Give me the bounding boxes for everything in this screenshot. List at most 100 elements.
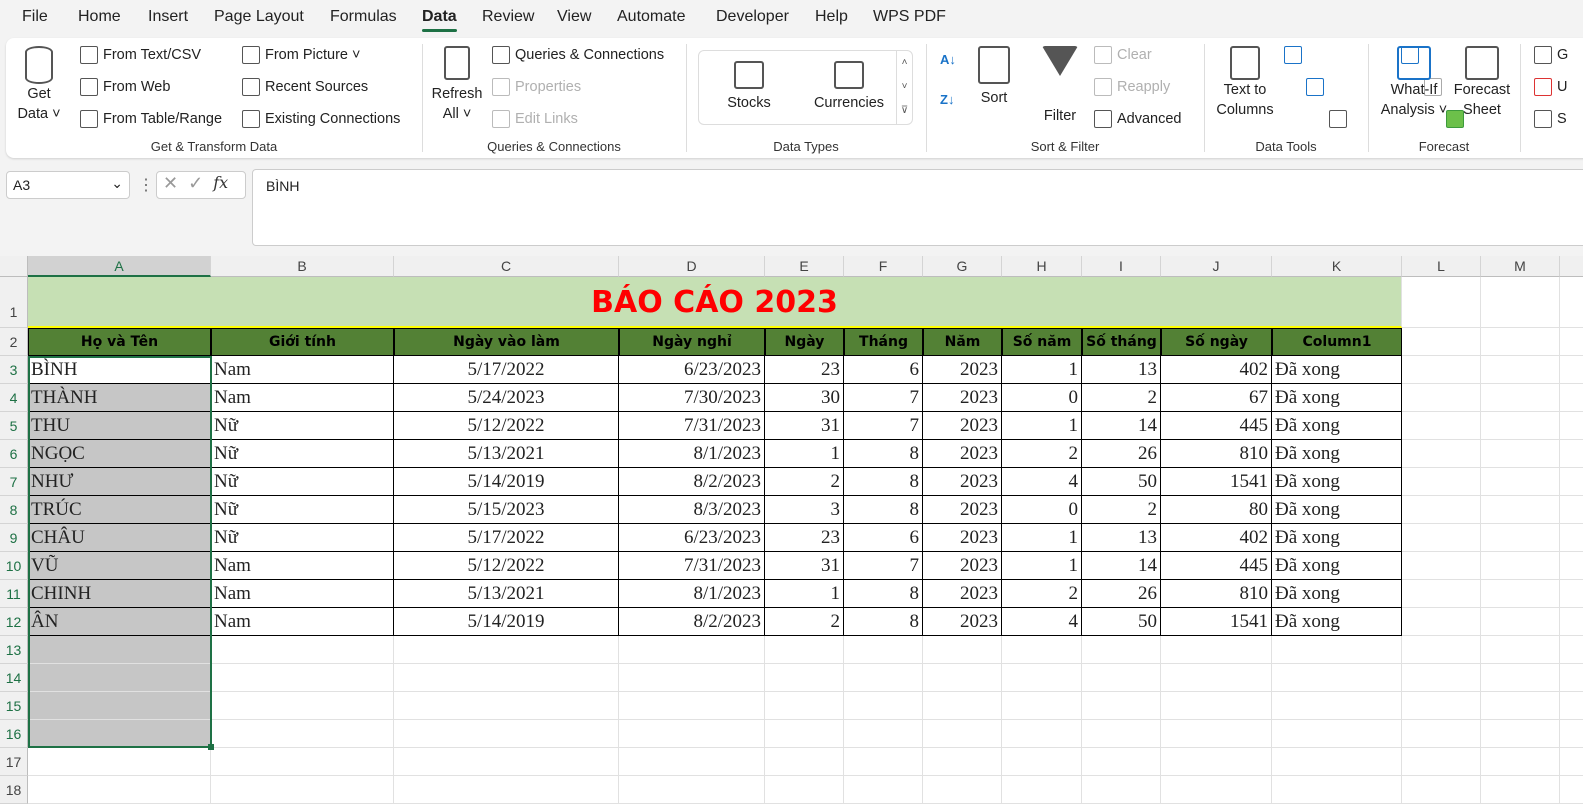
table-cell[interactable]: Nữ <box>211 412 394 440</box>
column-header-M[interactable]: M <box>1481 256 1560 277</box>
table-cell[interactable]: Nam <box>211 608 394 636</box>
cell[interactable] <box>1560 692 1583 720</box>
cell[interactable] <box>1082 692 1161 720</box>
row-header-12[interactable]: 12 <box>0 608 28 636</box>
table-header-10[interactable]: Column1 <box>1272 328 1402 356</box>
selected-cell[interactable] <box>28 664 211 692</box>
column-header-H[interactable]: H <box>1002 256 1082 277</box>
table-cell[interactable]: Đã xong <box>1272 468 1402 496</box>
cell[interactable] <box>1481 524 1560 552</box>
table-cell[interactable]: 8/1/2023 <box>619 580 765 608</box>
refresh-all-button[interactable]: Refresh All ˅ <box>430 46 484 124</box>
cell[interactable] <box>1002 720 1082 748</box>
table-cell[interactable]: 2023 <box>923 384 1002 412</box>
filter-button[interactable]: Filter <box>1038 46 1082 126</box>
cell[interactable] <box>1272 664 1402 692</box>
cell[interactable] <box>765 776 844 804</box>
table-cell[interactable]: 0 <box>1002 496 1082 524</box>
cell[interactable] <box>1402 552 1481 580</box>
column-header-I[interactable]: I <box>1082 256 1161 277</box>
column-header-B[interactable]: B <box>211 256 394 277</box>
name-box[interactable]: A3 ⌄ <box>6 171 130 199</box>
cell[interactable] <box>28 776 211 804</box>
row-header-2[interactable]: 2 <box>0 328 28 356</box>
tab-formulas[interactable]: Formulas <box>330 8 397 26</box>
row-header-18[interactable]: 18 <box>0 776 28 804</box>
cell[interactable] <box>1402 356 1481 384</box>
table-cell[interactable]: 5/14/2019 <box>394 468 619 496</box>
table-cell[interactable]: 8 <box>844 496 923 524</box>
cell[interactable] <box>1560 664 1583 692</box>
cell[interactable] <box>923 776 1002 804</box>
cell[interactable] <box>394 748 619 776</box>
table-cell[interactable]: 2023 <box>923 412 1002 440</box>
table-cell[interactable]: 1541 <box>1161 608 1272 636</box>
table-cell[interactable]: 8/2/2023 <box>619 608 765 636</box>
tab-file[interactable]: File <box>22 8 48 26</box>
cell[interactable] <box>1481 608 1560 636</box>
subtotal-button[interactable]: S <box>1534 110 1567 128</box>
reapply-button[interactable]: Reapply <box>1094 78 1170 96</box>
active-cell-value[interactable]: BÌNH <box>28 356 211 384</box>
table-cell[interactable]: 4 <box>1002 608 1082 636</box>
table-cell[interactable]: 2 <box>1082 496 1161 524</box>
cell[interactable] <box>394 664 619 692</box>
column-header-K[interactable]: K <box>1272 256 1402 277</box>
column-header-next[interactable] <box>1560 256 1583 277</box>
table-cell[interactable]: Đã xong <box>1272 384 1402 412</box>
table-cell[interactable]: 30 <box>765 384 844 412</box>
table-cell[interactable]: 7/31/2023 <box>619 552 765 580</box>
table-cell[interactable]: THÀNH <box>28 384 211 412</box>
column-header-E[interactable]: E <box>765 256 844 277</box>
table-cell[interactable]: 810 <box>1161 440 1272 468</box>
table-cell[interactable]: 1 <box>765 440 844 468</box>
cell[interactable] <box>1560 608 1583 636</box>
row-header-13[interactable]: 13 <box>0 636 28 664</box>
cell[interactable] <box>1560 384 1583 412</box>
cell[interactable] <box>1402 580 1481 608</box>
cell[interactable] <box>1272 776 1402 804</box>
tab-home[interactable]: Home <box>78 8 121 26</box>
currencies-button[interactable]: Currencies <box>809 61 889 113</box>
cell[interactable] <box>619 776 765 804</box>
cell[interactable] <box>1402 776 1481 804</box>
cell[interactable] <box>1481 328 1560 356</box>
cell[interactable] <box>844 664 923 692</box>
table-cell[interactable]: Nữ <box>211 496 394 524</box>
selected-cell[interactable] <box>28 692 211 720</box>
tab-wps-pdf[interactable]: WPS PDF <box>873 8 946 26</box>
table-cell[interactable]: 2 <box>1002 580 1082 608</box>
table-cell[interactable]: 0 <box>1002 384 1082 412</box>
enter-icon[interactable]: ✓ <box>188 173 203 197</box>
table-cell[interactable]: 445 <box>1161 552 1272 580</box>
table-cell[interactable]: Đã xong <box>1272 412 1402 440</box>
table-cell[interactable]: 3 <box>765 496 844 524</box>
from-text-csv-button[interactable]: From Text/CSV <box>80 46 201 64</box>
table-cell[interactable]: 7 <box>844 384 923 412</box>
table-header-5[interactable]: Tháng <box>844 328 923 356</box>
cell[interactable] <box>1481 720 1560 748</box>
table-cell[interactable]: TRÚC <box>28 496 211 524</box>
text-to-columns-button[interactable]: Text to Columns <box>1212 46 1278 120</box>
table-header-6[interactable]: Năm <box>923 328 1002 356</box>
cell[interactable] <box>1402 636 1481 664</box>
column-header-A[interactable]: A <box>28 256 211 277</box>
table-cell[interactable]: CHINH <box>28 580 211 608</box>
row-header-16[interactable]: 16 <box>0 720 28 748</box>
cell[interactable] <box>1002 776 1082 804</box>
cell[interactable] <box>1560 580 1583 608</box>
cell[interactable] <box>1272 636 1402 664</box>
cell[interactable] <box>1402 412 1481 440</box>
cell[interactable] <box>619 748 765 776</box>
table-header-2[interactable]: Ngày vào làm <box>394 328 619 356</box>
table-cell[interactable]: 7 <box>844 412 923 440</box>
cell[interactable] <box>1560 496 1583 524</box>
table-cell[interactable]: 6/23/2023 <box>619 524 765 552</box>
cell[interactable] <box>1560 328 1583 356</box>
row-header-15[interactable]: 15 <box>0 692 28 720</box>
cell[interactable] <box>394 636 619 664</box>
column-header-D[interactable]: D <box>619 256 765 277</box>
row-header-10[interactable]: 10 <box>0 552 28 580</box>
row-header-6[interactable]: 6 <box>0 440 28 468</box>
remove-duplicates-icon[interactable] <box>1306 78 1325 96</box>
